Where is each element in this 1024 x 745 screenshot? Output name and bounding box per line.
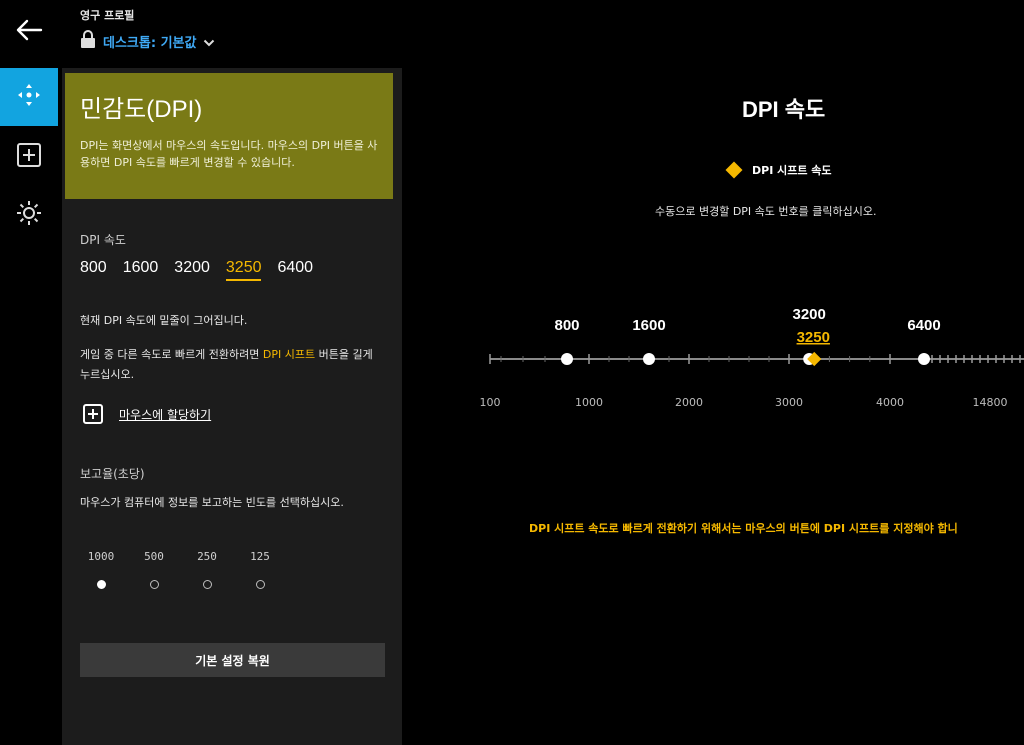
chevron-down-icon xyxy=(203,32,215,51)
current-dpi-note: 현재 DPI 속도에 밑줄이 그어집니다. xyxy=(80,314,248,327)
shift-note-highlight: DPI 시프트 xyxy=(262,348,316,361)
report-rate-1000[interactable]: 1000 xyxy=(86,550,116,589)
legend-label: DPI 시프트 속도 xyxy=(752,164,832,177)
axis-label-100: 100 xyxy=(480,396,501,409)
dpi-point-label-1600: 1600 xyxy=(632,317,665,334)
plus-icon xyxy=(83,404,103,424)
dpi-shift-legend: DPI 시프트 속도 xyxy=(725,161,832,179)
dpi-shift-label: 3250 xyxy=(797,329,830,346)
report-rate-label-250: 250 xyxy=(197,550,217,563)
panel-header: 민감도(DPI) DPI는 화면상에서 마우스의 속도입니다. 마우스의 DPI… xyxy=(65,73,393,199)
dpi-point-label-800: 800 xyxy=(554,317,579,334)
rail-pointer-settings[interactable] xyxy=(0,68,58,126)
profile-name: 데스크톱: 기본값 xyxy=(103,35,197,51)
assign-label: 마우스에 할당하기 xyxy=(119,407,212,422)
radio-button[interactable] xyxy=(149,580,159,589)
axis-label-14800: 14800 xyxy=(973,396,1008,409)
report-rate-label-1000: 1000 xyxy=(87,550,115,563)
dpi-value-1600[interactable]: 1600 xyxy=(123,259,159,281)
dpi-value-3250[interactable]: 3250 xyxy=(225,259,262,281)
restore-defaults-button[interactable]: 기본 설정 복원 xyxy=(80,643,385,677)
axis-label-1000: 1000 xyxy=(575,396,603,409)
axis-label-2000: 2000 xyxy=(675,396,703,409)
dpi-slider[interactable]: 100 1000 2000 3000 4000 14800 800 1600 3200 6400 3… xyxy=(480,300,1024,420)
axis-label-3000: 3000 xyxy=(775,396,803,409)
dpi-point-label-6400: 6400 xyxy=(907,317,940,334)
radio-button[interactable] xyxy=(255,580,265,589)
dpi-shift-note: 게임 중 다른 속도로 빠르게 전환하려면 DPI 시프트 버튼을 길게 누르십… xyxy=(80,345,385,385)
dpi-value-3200[interactable]: 3200 xyxy=(174,259,210,281)
instruction-text: 수동으로 변경할 DPI 속도 번호를 클릭하십시오. xyxy=(655,205,877,218)
report-rate-label-500: 500 xyxy=(144,550,164,563)
dpi-value-6400[interactable]: 6400 xyxy=(277,259,313,281)
radio-button[interactable] xyxy=(96,580,106,589)
diamond-icon xyxy=(725,161,743,179)
dpi-point-800[interactable] xyxy=(561,353,573,365)
dpi-point-1600[interactable] xyxy=(643,353,655,365)
move-arrows-icon xyxy=(16,82,42,112)
panel-description: DPI는 화면상에서 마우스의 속도입니다. 마우스의 DPI 버튼을 사용하면… xyxy=(80,139,378,169)
sun-icon xyxy=(16,200,42,230)
dpi-value-800[interactable]: 800 xyxy=(80,259,107,281)
dpi-speed-title: DPI 속도 xyxy=(742,97,826,122)
dpi-shift-warning: DPI 시프트 속도로 빠르게 전환하기 위해서는 마우스의 버튼에 DPI 시… xyxy=(529,522,958,535)
panel-title: 민감도(DPI) xyxy=(80,96,203,123)
lock-icon xyxy=(80,30,96,52)
left-rail xyxy=(0,68,58,745)
settings-panel: 민감도(DPI) DPI는 화면상에서 마우스의 속도입니다. 마우스의 DPI… xyxy=(62,68,402,745)
report-rate-description: 마우스가 컴퓨터에 정보를 보고하는 빈도를 선택하십시오. xyxy=(80,496,344,509)
report-rate-125[interactable]: 125 xyxy=(245,550,275,589)
shift-note-text: 게임 중 다른 속도로 빠르게 전환하려면 xyxy=(80,348,263,361)
plus-box-icon xyxy=(16,142,42,172)
dpi-point-6400[interactable] xyxy=(918,353,930,365)
report-rate-label: 보고율(초당) xyxy=(80,467,145,481)
dpi-value-list: 800 1600 3200 3250 6400 xyxy=(80,259,313,281)
rail-lighting[interactable] xyxy=(0,186,58,244)
dpi-section-label: DPI 속도 xyxy=(80,233,126,247)
report-rate-500[interactable]: 500 xyxy=(139,550,169,589)
radio-button[interactable] xyxy=(202,580,212,589)
report-rate-label-125: 125 xyxy=(250,550,270,563)
axis-label-4000: 4000 xyxy=(876,396,904,409)
report-rate-250[interactable]: 250 xyxy=(192,550,222,589)
back-arrow-icon[interactable] xyxy=(14,16,44,44)
profile-label: 영구 프로필 xyxy=(80,9,135,22)
dpi-point-label-3200: 3200 xyxy=(793,306,826,323)
rail-assignments[interactable] xyxy=(0,128,58,186)
assign-to-mouse-link[interactable]: 마우스에 할당하기 xyxy=(83,404,211,424)
profile-dropdown[interactable]: 데스크톱: 기본값 xyxy=(80,30,215,52)
